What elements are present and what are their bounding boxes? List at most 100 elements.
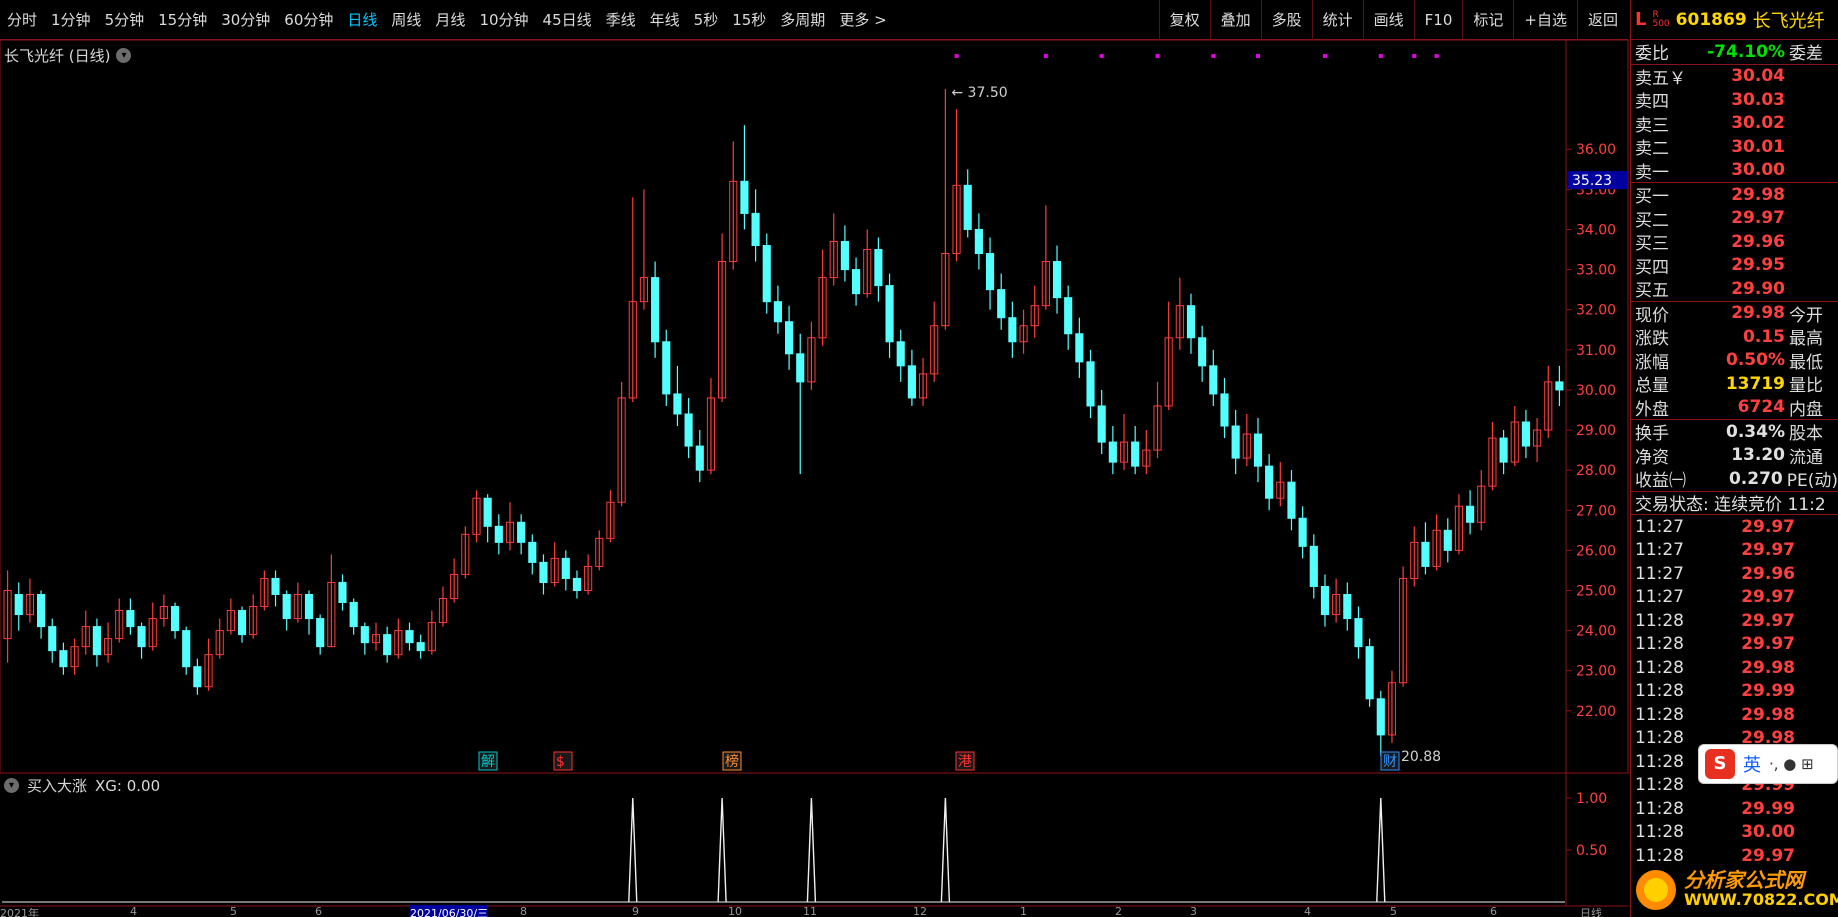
signal-dot xyxy=(1099,54,1104,58)
candle-body xyxy=(1320,585,1330,616)
candle-body xyxy=(316,618,325,648)
ime-lang[interactable]: 英 xyxy=(1743,751,1761,777)
trade-status-text: 交易状态: 连续竞价 11:2 xyxy=(1635,495,1826,516)
candle-body xyxy=(762,245,771,303)
quote-row: 换手 0.34% 股本 xyxy=(1631,420,1838,445)
candle-body xyxy=(796,353,805,383)
candle-body xyxy=(383,634,392,656)
indicator-title-bar: ▾ 买入大涨 XG: 0.00 xyxy=(4,775,160,796)
tick-price: 29.97 xyxy=(1741,587,1795,608)
candle-body xyxy=(48,626,57,652)
weibi-row: 委比 -74.10% 委差 xyxy=(1631,40,1838,65)
date-label: 4 xyxy=(1304,905,1311,917)
quote-row: 外盘 6724 内盘 xyxy=(1631,396,1838,420)
signal-spike xyxy=(940,797,951,903)
watermark-line1: 分析家公式网 xyxy=(1684,868,1804,892)
candle-body xyxy=(651,277,660,343)
quote-row: 卖二 30.01 xyxy=(1631,135,1838,160)
quote-label: 涨跌 xyxy=(1635,329,1669,350)
tick-time: 11:28 xyxy=(1635,634,1684,655)
quote-row: 净资 13.20 流通 xyxy=(1631,444,1838,468)
quote-value: 6724 xyxy=(1737,397,1785,418)
candle-body xyxy=(193,666,202,688)
tick-price: 29.97 xyxy=(1741,516,1795,537)
chevron-down-icon[interactable]: ▾ xyxy=(4,778,19,793)
indicator-name: 买入大涨 xyxy=(27,777,88,795)
tick-row: 11:28 29.98 xyxy=(1631,656,1838,680)
candle-body xyxy=(1097,405,1106,443)
tick-price: 29.96 xyxy=(1741,563,1795,584)
candle-body xyxy=(271,577,280,595)
candle-body xyxy=(1443,529,1452,551)
signal-dot xyxy=(954,54,959,58)
candle-body xyxy=(673,393,682,415)
quote-label-2: 内盘 xyxy=(1789,399,1823,420)
quote-label: 买五 xyxy=(1635,281,1669,302)
event-marker-label: 港 xyxy=(958,754,972,770)
quote-value: 13.20 xyxy=(1731,445,1785,466)
quote-label-2: 量比 xyxy=(1789,376,1823,397)
signal-dot xyxy=(1378,54,1383,58)
y-tick-label: 27.00 xyxy=(1576,503,1616,519)
candle-body xyxy=(1231,425,1240,459)
tick-price: 29.97 xyxy=(1741,634,1795,655)
tick-time: 11:28 xyxy=(1635,798,1684,819)
date-label: 9 xyxy=(632,905,639,917)
candle-body xyxy=(59,650,68,668)
candle-body xyxy=(1198,337,1207,367)
quote-label: 卖一 xyxy=(1635,162,1669,183)
quote-label: 换手 xyxy=(1635,424,1669,445)
quote-value: 29.96 xyxy=(1731,231,1785,252)
tick-time: 11:27 xyxy=(1635,540,1684,561)
quote-label: 净资 xyxy=(1635,447,1669,468)
tick-time: 11:28 xyxy=(1635,657,1684,678)
y-tick-label: 29.00 xyxy=(1576,423,1616,439)
quote-row: 买二 29.97 xyxy=(1631,207,1838,231)
quote-row: 买五 29.90 xyxy=(1631,277,1838,302)
candle-body xyxy=(405,630,414,644)
candle-body xyxy=(1186,305,1196,339)
signal-spike xyxy=(628,797,638,903)
tick-row: 11:28 29.98 xyxy=(1631,703,1838,727)
ime-extra[interactable]: ·, ● ⊞ xyxy=(1769,755,1814,773)
quote-label: 卖五￥ xyxy=(1635,68,1686,89)
event-marker-label: $ xyxy=(556,754,565,770)
quote-value: 30.02 xyxy=(1731,113,1785,134)
watermark-line2: WWW.70822.COM xyxy=(1684,890,1838,909)
ime-toolbar[interactable]: S 英 ·, ● ⊞ xyxy=(1698,744,1838,784)
candle-body xyxy=(840,240,849,271)
candle-body xyxy=(907,365,916,399)
ind-tick-label: 1.00 xyxy=(1576,791,1607,807)
y-tick-label: 36.00 xyxy=(1576,142,1616,158)
candle-body xyxy=(662,341,671,395)
candle-body xyxy=(561,557,570,579)
candle-body xyxy=(137,626,146,648)
tick-time: 11:27 xyxy=(1635,587,1684,608)
tick-row: 11:28 29.99 xyxy=(1631,797,1838,821)
date-label: 12 xyxy=(913,905,927,917)
market-sub: R 500 xyxy=(1652,10,1669,29)
candle-body xyxy=(126,610,135,628)
quote-label-2: 最低 xyxy=(1789,352,1823,373)
candle-body xyxy=(1555,381,1564,391)
date-axis: 2021年 4 5 6 2021/06/30/三 8 9 10 11 12 1 2 3 4 5 6 日线 xyxy=(0,905,1628,917)
tick-list[interactable]: 11:27 29.97 11:27 29.97 11:27 29.96 11:27 29.97… xyxy=(1631,514,1838,868)
candle-body xyxy=(1309,545,1318,587)
quote-value: 30.00 xyxy=(1731,160,1785,181)
quote-label-2: 今开 xyxy=(1789,305,1823,326)
tick-time: 11:27 xyxy=(1635,563,1684,584)
candle-body xyxy=(338,581,347,604)
tick-time: 11:28 xyxy=(1635,822,1684,843)
candle-body xyxy=(1376,698,1385,736)
candle-body xyxy=(1343,593,1352,620)
quote-value: 29.90 xyxy=(1731,278,1785,299)
tick-row: 11:28 29.97 xyxy=(1631,633,1838,657)
candle-body xyxy=(1209,365,1218,395)
date-label: 8 xyxy=(520,905,527,917)
y-tick-label: 22.00 xyxy=(1576,704,1616,720)
candle-body xyxy=(1499,437,1508,463)
tick-row: 11:27 29.96 xyxy=(1631,562,1838,586)
quote-label-2: 最高 xyxy=(1789,329,1823,350)
quote-label: 买三 xyxy=(1635,234,1669,255)
kline-chart[interactable]: 36.0035.0034.0033.0032.0031.0030.0029.00… xyxy=(0,0,1630,917)
